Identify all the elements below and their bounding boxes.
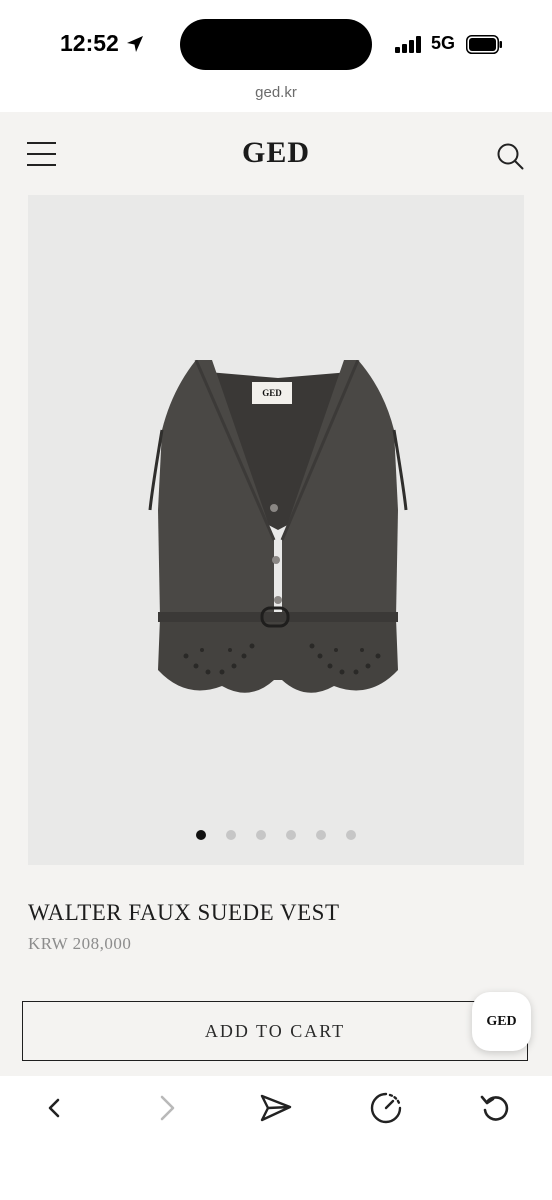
site-header: GED	[0, 112, 552, 196]
forward-icon[interactable]	[148, 1090, 184, 1126]
dynamic-island	[180, 19, 372, 70]
product-image-carousel[interactable]: GED	[28, 195, 524, 865]
reload-icon[interactable]	[478, 1090, 514, 1126]
vest-image: GED	[148, 360, 408, 693]
product-price: KRW 208,000	[28, 934, 132, 953]
status-bar: 12:52 5G	[0, 0, 552, 84]
search-icon[interactable]	[496, 142, 524, 170]
status-time: 12:52	[60, 30, 119, 56]
browser-toolbar	[0, 1076, 552, 1200]
carousel-dot[interactable]	[196, 830, 206, 840]
speed-icon[interactable]	[368, 1090, 404, 1126]
site-logo[interactable]: GED	[0, 136, 552, 170]
share-icon[interactable]	[258, 1090, 294, 1126]
cellular-signal-icon	[395, 36, 423, 53]
url-bar[interactable]: ged.kr	[0, 84, 552, 112]
carousel-dot[interactable]	[286, 830, 296, 840]
back-icon[interactable]	[37, 1090, 73, 1126]
url-text[interactable]: ged.kr	[255, 84, 297, 102]
carousel-dot[interactable]	[316, 830, 326, 840]
carousel-dot[interactable]	[256, 830, 266, 840]
garment-label-text: GED	[262, 388, 282, 398]
location-arrow-icon	[127, 36, 143, 52]
product-title: WALTER FAUX SUEDE VEST	[28, 900, 340, 925]
add-to-cart-button[interactable]: ADD TO CART	[22, 1001, 528, 1061]
network-type: 5G	[431, 33, 456, 53]
chat-badge-button[interactable]: GED	[472, 992, 531, 1051]
carousel-dot[interactable]	[346, 830, 356, 840]
battery-icon	[466, 35, 502, 54]
carousel-dots	[28, 827, 524, 840]
carousel-dot[interactable]	[226, 830, 236, 840]
